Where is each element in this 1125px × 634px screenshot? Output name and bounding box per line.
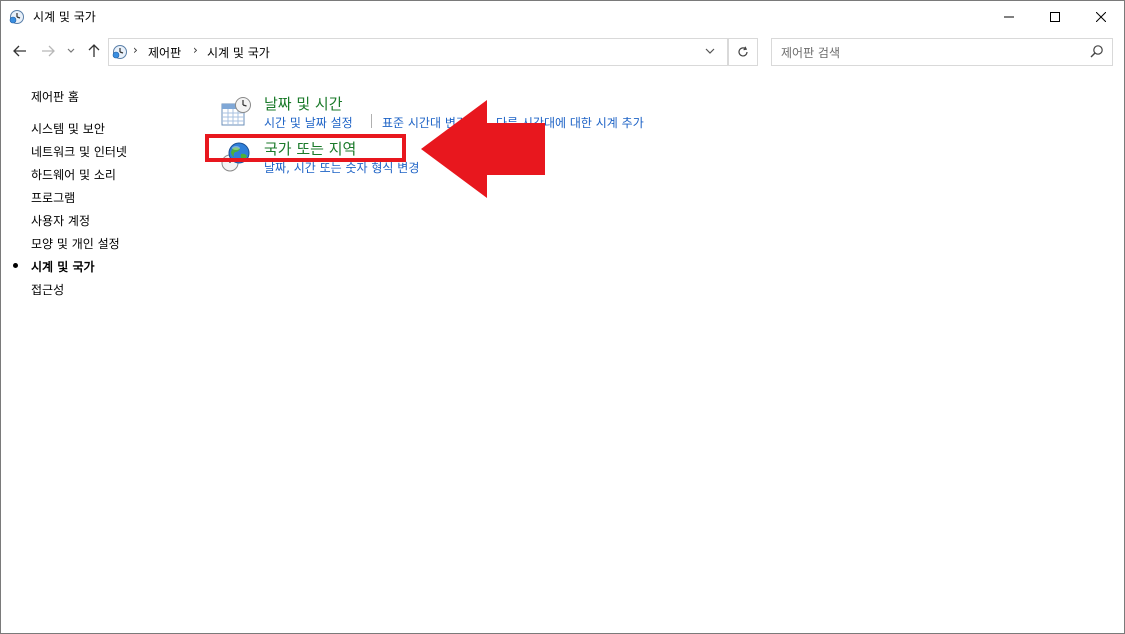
arrow-right-icon (42, 45, 55, 57)
close-button[interactable] (1078, 1, 1124, 32)
sidebar-item-label: 시계 및 국가 (31, 260, 95, 274)
arrow-left-icon (13, 45, 26, 57)
annotation-highlight-box (205, 134, 406, 162)
close-icon (1096, 11, 1106, 22)
arrow-up-icon (88, 44, 100, 57)
chevron-down-icon (67, 48, 75, 53)
category-date-time-title[interactable]: 날짜 및 시간 (264, 93, 343, 114)
breadcrumb-separator-icon: › (133, 43, 138, 57)
annotation-arrow-icon (421, 100, 545, 198)
sidebar-nav: 시스템 및 보안 네트워크 및 인터넷 하드웨어 및 소리 프로그램 사용자 계… (13, 120, 127, 304)
sidebar-item-user-accounts[interactable]: 사용자 계정 (31, 212, 127, 235)
refresh-button[interactable] (728, 38, 758, 66)
back-button[interactable] (10, 41, 30, 61)
address-bar[interactable]: › 제어판 › 시계 및 국가 (108, 38, 728, 66)
link-divider (371, 114, 372, 128)
control-panel-icon (112, 45, 127, 59)
minimize-icon (1004, 16, 1014, 17)
sidebar-item-clock-region[interactable]: 시계 및 국가 (13, 258, 127, 281)
sidebar-item-label: 프로그램 (31, 191, 76, 205)
sidebar-home-link[interactable]: 제어판 홈 (31, 88, 79, 105)
sidebar-item-label: 시스템 및 보안 (31, 122, 105, 136)
sidebar-item-label: 접근성 (31, 283, 65, 297)
sidebar-item-label: 하드웨어 및 소리 (31, 168, 116, 182)
maximize-icon (1050, 11, 1060, 22)
minimize-button[interactable] (986, 1, 1032, 32)
address-dropdown-icon[interactable] (705, 48, 715, 55)
clock-region-icon (9, 10, 24, 24)
search-input[interactable]: 제어판 검색 (781, 44, 840, 61)
sidebar-item-appearance[interactable]: 모양 및 개인 설정 (31, 235, 127, 258)
refresh-icon (738, 46, 748, 57)
up-button[interactable] (84, 41, 104, 61)
active-bullet-icon (13, 263, 18, 268)
forward-button[interactable] (38, 41, 58, 61)
breadcrumb-clock-region[interactable]: 시계 및 국가 (207, 44, 270, 61)
recent-locations-button[interactable] (64, 41, 78, 61)
sidebar-item-accessibility[interactable]: 접근성 (31, 281, 127, 304)
sidebar-item-label: 사용자 계정 (31, 214, 91, 228)
sidebar-item-hardware-sound[interactable]: 하드웨어 및 소리 (31, 166, 127, 189)
title-bar: 시계 및 국가 (1, 1, 1124, 32)
control-panel-window: 시계 및 국가 › 제어판 › 시계 및 국가 제어판 검색 제어판 홈 시스템… (0, 0, 1125, 634)
sidebar-item-programs[interactable]: 프로그램 (31, 189, 127, 212)
window-title: 시계 및 국가 (33, 10, 96, 24)
search-box[interactable]: 제어판 검색 (771, 38, 1113, 66)
sidebar-item-label: 모양 및 개인 설정 (31, 237, 120, 251)
calendar-clock-icon (221, 97, 251, 126)
sidebar-item-system-security[interactable]: 시스템 및 보안 (31, 120, 127, 143)
sidebar-item-label: 네트워크 및 인터넷 (31, 145, 127, 159)
breadcrumb-control-panel[interactable]: 제어판 (148, 44, 181, 61)
search-icon[interactable] (1090, 44, 1104, 58)
breadcrumb-separator-icon: › (193, 43, 198, 57)
link-set-date-time[interactable]: 시간 및 날짜 설정 (264, 114, 353, 131)
maximize-button[interactable] (1032, 1, 1078, 32)
sidebar-item-network[interactable]: 네트워크 및 인터넷 (31, 143, 127, 166)
